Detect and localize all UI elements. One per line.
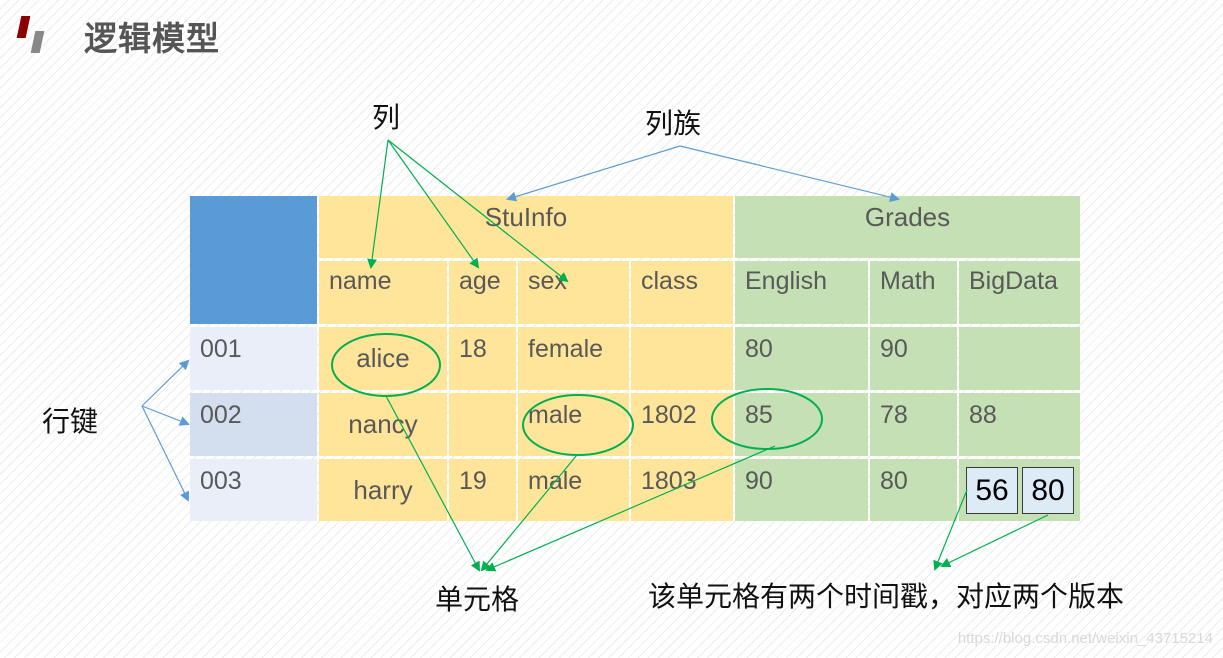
arrow-to-name	[367, 139, 389, 269]
arrow-to-age	[387, 139, 480, 269]
arrow-from-56	[933, 489, 968, 571]
column-family-arrows	[506, 145, 900, 202]
arrow-to-003	[141, 405, 189, 502]
cell-highlights	[331, 333, 823, 456]
cell-arrows	[385, 395, 776, 572]
arrow-to-grades	[679, 145, 900, 202]
version-arrows	[933, 489, 1049, 571]
column-arrows	[367, 139, 569, 283]
arrow-from-male	[480, 454, 578, 572]
arrow-from-85	[485, 445, 776, 572]
arrow-to-sex	[387, 139, 569, 283]
annotation-arrows	[141, 139, 1049, 572]
arrow-to-stuinfo	[506, 145, 681, 202]
watermark: https://blog.csdn.net/weixin_43715214	[957, 630, 1213, 647]
arrow-from-alice	[385, 395, 480, 572]
highlight-male	[522, 394, 634, 456]
row-key-arrows	[141, 359, 190, 502]
highlight-alice	[331, 333, 441, 397]
highlight-85	[711, 388, 823, 450]
arrow-from-80	[940, 514, 1049, 568]
arrow-to-001	[141, 359, 190, 407]
